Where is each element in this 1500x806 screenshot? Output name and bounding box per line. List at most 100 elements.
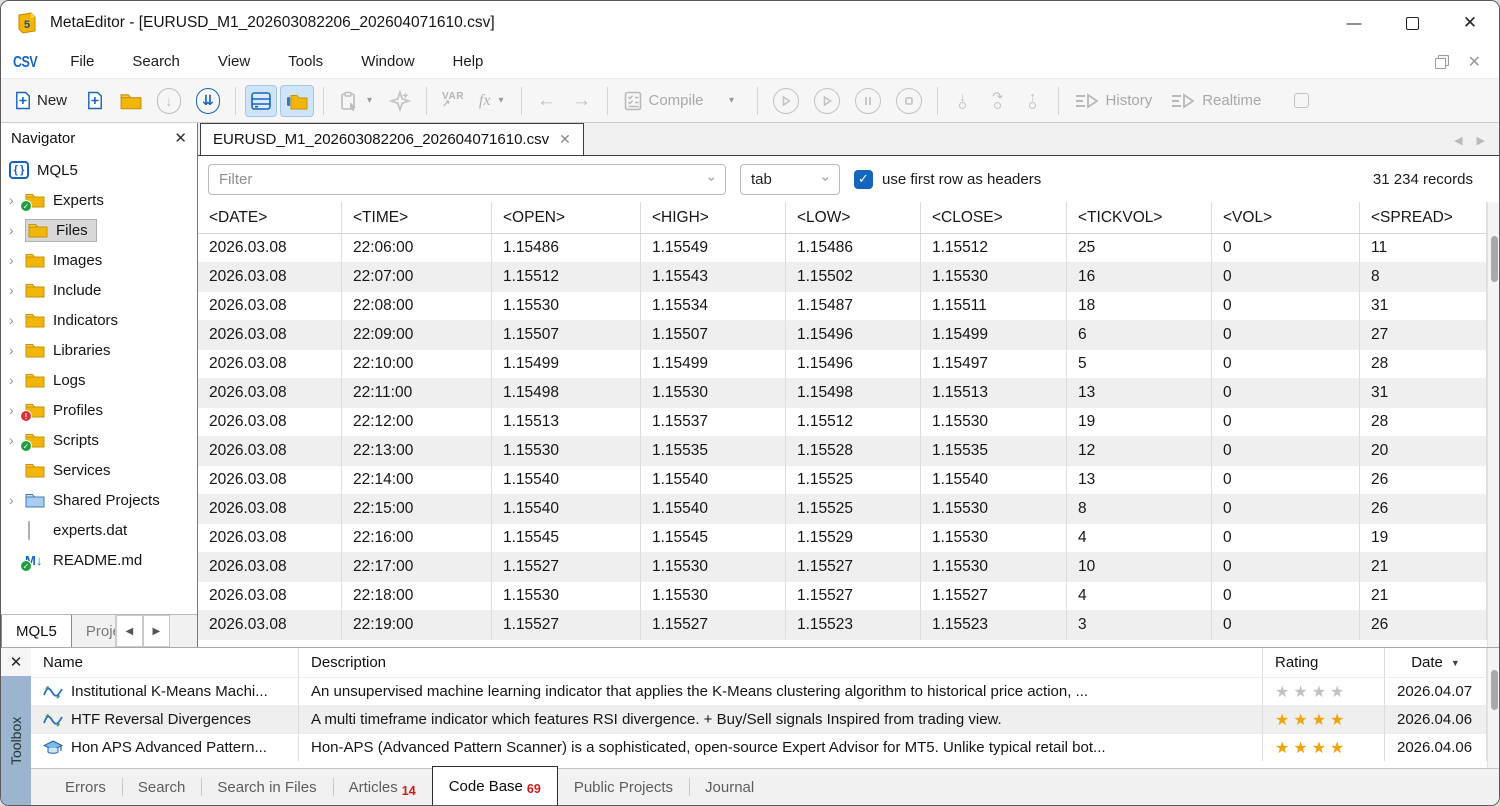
tree-item-readme[interactable]: M↓✓ README.md [1,545,197,575]
column-header[interactable]: <VOL> [1212,202,1360,234]
expand-chevron-icon[interactable]: › [9,252,25,268]
checkbox-checked-icon[interactable]: ✓ [854,170,873,189]
document-restore-icon[interactable] [1435,55,1448,68]
tab-journal[interactable]: Journal [689,769,770,805]
close-button[interactable]: ✕ [1441,1,1499,45]
column-header[interactable]: <HIGH> [641,202,786,234]
nav-tabs-scroll-right-icon[interactable]: ▶ [143,615,170,647]
menu-file[interactable]: File [51,48,113,75]
paste-special-button[interactable]: ▾ [333,85,380,117]
tree-item-shared-projects[interactable]: › Shared Projects [1,485,197,515]
delimiter-select[interactable]: tab › [740,164,840,195]
document-tab[interactable]: EURUSD_M1_202603082206_202604071610.csv … [200,123,584,155]
open-file-button[interactable] [114,85,148,117]
watch-variable-button[interactable]: VAR↗ [436,85,470,117]
expand-chevron-icon[interactable]: › [9,342,25,358]
column-header[interactable]: <TIME> [342,202,492,234]
navigator-tab-mql5[interactable]: MQL5 [1,615,72,647]
open-folder-icon [120,92,142,110]
tree-item-images[interactable]: › Images [1,245,197,275]
navigate-back-button[interactable]: ← [531,85,563,117]
menu-window[interactable]: Window [342,48,433,75]
table-cell: 1.15530 [921,524,1067,553]
column-header[interactable]: <LOW> [786,202,921,234]
column-header[interactable]: <SPREAD> [1360,202,1487,234]
filter-combobox[interactable]: › [208,164,726,195]
first-row-headers-checkbox[interactable]: ✓ use first row as headers [854,170,1041,189]
tree-item-scripts[interactable]: › ✓ Scripts [1,425,197,455]
navigate-forward-button[interactable]: → [566,85,598,117]
column-header[interactable]: <OPEN> [492,202,641,234]
doc-tabs-scroll-right-icon[interactable]: ▶ [1477,134,1485,147]
maximize-button[interactable] [1383,1,1441,45]
expand-chevron-icon[interactable]: › [9,312,25,328]
ai-assistant-button[interactable] [383,85,417,117]
breakpoint-button[interactable] [1285,85,1317,117]
resume-debug-button[interactable] [808,85,846,117]
table-scrollbar-thumb[interactable] [1491,236,1498,282]
filter-input[interactable] [219,171,710,188]
tree-item-experts[interactable]: › ✓ Experts [1,185,197,215]
tree-item-profiles[interactable]: › ! Profiles [1,395,197,425]
column-header-rating[interactable]: Rating [1263,648,1385,677]
tree-item-include[interactable]: › Include [1,275,197,305]
column-header[interactable]: <TICKVOL> [1067,202,1212,234]
start-debug-button[interactable] [767,85,805,117]
step-over-button[interactable]: ↷ [982,85,1014,117]
tree-item-indicators[interactable]: › Indicators [1,305,197,335]
insert-function-button[interactable]: fx ▾ [473,85,512,117]
checkout-button[interactable]: ↓ [151,85,187,117]
step-out-button[interactable]: ↑ [1017,85,1049,117]
toolbox-scrollbar-thumb[interactable] [1491,670,1498,710]
column-header[interactable]: <DATE> [198,202,342,234]
expand-chevron-icon[interactable]: › [9,372,25,388]
toolbox-close-icon[interactable]: ✕ [1,648,31,676]
nav-tabs-scroll-left-icon[interactable]: ◀ [116,615,143,647]
tab-close-icon[interactable]: ✕ [559,131,571,148]
column-header-date[interactable]: Date▼ [1385,648,1487,677]
menu-help[interactable]: Help [434,48,503,75]
history-button[interactable]: History [1068,85,1162,117]
tab-articles[interactable]: Articles14 [333,769,432,805]
stop-debug-button[interactable] [890,85,928,117]
new-file-button[interactable] [79,85,111,117]
tree-item-libraries[interactable]: › Libraries [1,335,197,365]
menu-tools[interactable]: Tools [269,48,342,75]
tree-item-experts-dat[interactable]: experts.dat [1,515,197,545]
tab-code-base[interactable]: Code Base69 [432,766,558,805]
tree-item-services[interactable]: Services [1,455,197,485]
toggle-toolbox-button[interactable] [245,85,277,117]
expand-chevron-icon[interactable]: › [9,222,25,238]
expand-chevron-icon[interactable]: › [9,282,25,298]
menu-view[interactable]: View [199,48,269,75]
tab-errors[interactable]: Errors [49,769,122,805]
realtime-button[interactable]: Realtime [1164,85,1270,117]
tab-search[interactable]: Search [122,769,202,805]
tree-item-files-selected[interactable]: › Files [1,215,197,245]
table-cell: 1.15496 [786,321,921,350]
column-header[interactable]: <CLOSE> [921,202,1067,234]
toolbar: New ↓ ⇊ ▾ VAR↗ [1,79,1499,123]
expand-chevron-icon[interactable]: › [9,492,25,508]
navigator-close-icon[interactable]: ✕ [174,129,187,147]
document-close-icon[interactable]: ✕ [1468,52,1481,72]
chevron-down-icon[interactable]: › [705,177,721,182]
column-header-description[interactable]: Description [299,648,1263,677]
update-all-button[interactable]: ⇊ [190,85,226,117]
column-header-name[interactable]: Name [31,648,299,677]
menu-search[interactable]: Search [113,48,199,75]
tab-public-projects[interactable]: Public Projects [558,769,689,805]
tree-item-logs[interactable]: › Logs [1,365,197,395]
minimize-button[interactable]: — [1325,1,1383,45]
compile-dropdown-button[interactable]: ▾ [716,85,748,117]
document-tab-title: EURUSD_M1_202603082206_202604071610.csv [213,131,549,148]
tree-item-mql5-root[interactable]: { } MQL5 [1,155,197,185]
doc-tabs-scroll-left-icon[interactable]: ◀ [1454,134,1462,147]
step-into-button[interactable]: ↓ [947,85,979,117]
pause-debug-button[interactable] [849,85,887,117]
new-button[interactable]: New [9,85,76,117]
compile-button[interactable]: Compile [617,85,713,117]
toggle-navigator-button[interactable] [280,85,314,117]
tab-search-in-files[interactable]: Search in Files [201,769,332,805]
navigator-tab-projects[interactable]: Proje [72,615,116,647]
